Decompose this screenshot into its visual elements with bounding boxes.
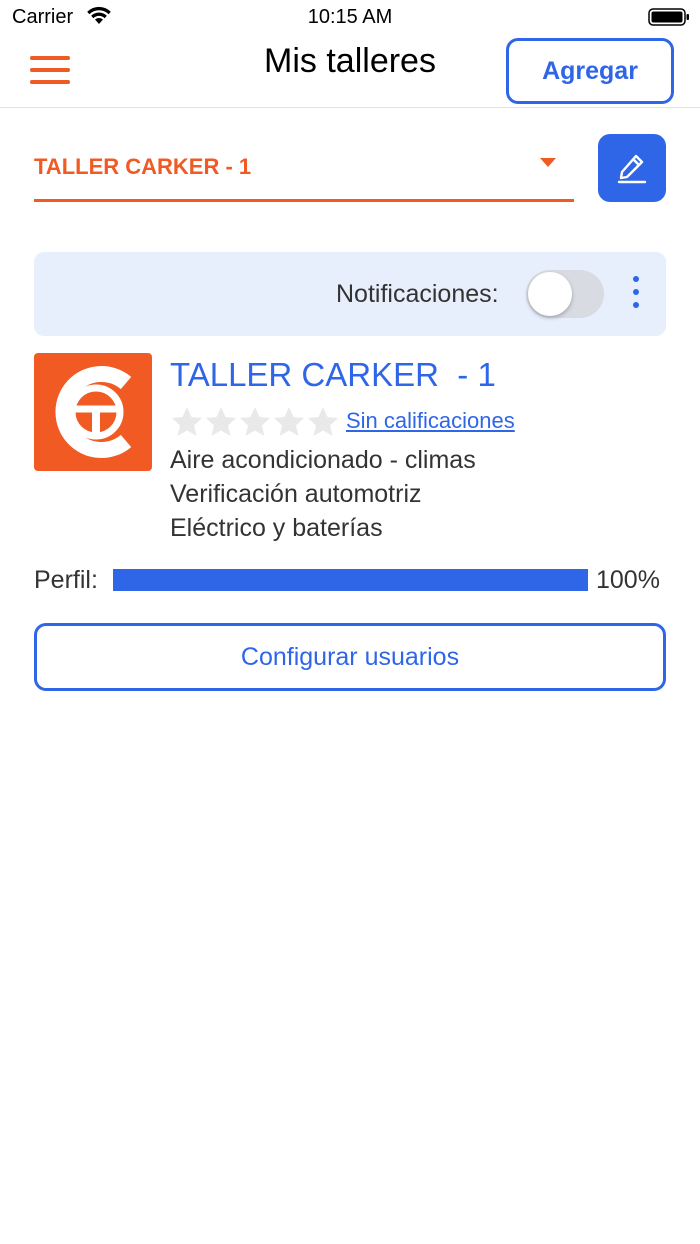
edit-workshop-button[interactable]	[598, 134, 666, 202]
service-item: Verificación automotriz	[170, 480, 422, 508]
more-options-button[interactable]	[628, 276, 644, 314]
configure-users-button[interactable]: Configurar usuarios	[34, 623, 666, 691]
service-item: Aire acondicionado - climas	[170, 446, 476, 474]
toggle-knob	[528, 272, 572, 316]
carker-logo-icon	[55, 366, 132, 458]
profile-percent: 100%	[596, 566, 660, 594]
profile-progress-fill	[113, 569, 588, 591]
selected-workshop: TALLER CARKER - 1	[34, 154, 252, 179]
star-icon	[308, 407, 338, 436]
caret-down-icon	[540, 158, 556, 167]
workshop-logo	[34, 353, 152, 471]
star-icon	[274, 407, 304, 436]
profile-progress-bar	[113, 569, 588, 591]
pencil-icon	[617, 154, 647, 184]
service-item: Eléctrico y baterías	[170, 514, 383, 542]
star-icon	[172, 407, 202, 436]
notifications-toggle[interactable]	[526, 270, 604, 318]
app-header: Mis talleres Agregar	[0, 36, 700, 108]
add-workshop-button[interactable]: Agregar	[506, 38, 674, 104]
battery-icon	[648, 8, 689, 26]
workshop-name[interactable]: TALLER CARKER - 1	[170, 356, 496, 394]
notifications-bar: Notificaciones:	[34, 252, 666, 336]
star-icon	[206, 407, 236, 436]
ratings-link[interactable]: Sin calificaciones	[346, 408, 515, 434]
workshop-selector[interactable]: TALLER CARKER - 1	[34, 140, 574, 202]
status-time: 10:15 AM	[307, 6, 393, 28]
vertical-dots-icon	[628, 276, 644, 308]
notifications-label: Notificaciones:	[336, 280, 499, 308]
profile-label: Perfil:	[34, 566, 98, 594]
rating-stars	[170, 405, 340, 439]
status-bar: Carrier 10:15 AM	[0, 0, 700, 36]
star-icon	[240, 407, 270, 436]
